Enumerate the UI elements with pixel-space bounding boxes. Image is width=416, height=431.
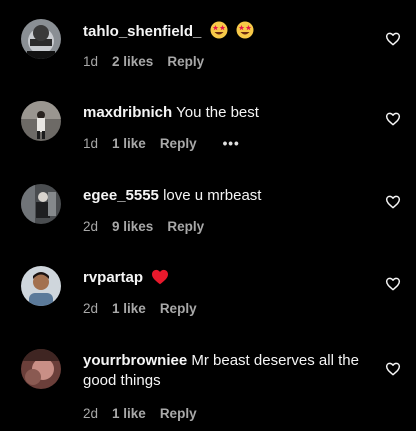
comment-username[interactable]: yourrbrowniee <box>83 352 187 369</box>
comment-likes[interactable]: 2 likes <box>112 53 153 71</box>
reply-button[interactable]: Reply <box>167 53 204 71</box>
comment-time: 1d <box>83 136 99 151</box>
reply-button[interactable]: Reply <box>160 135 197 153</box>
reply-button[interactable]: Reply <box>167 218 204 236</box>
comment-meta: 2d 1 like Reply <box>83 300 197 318</box>
red-heart-emoji <box>152 269 169 285</box>
comment-body: love u mrbeast <box>163 187 262 204</box>
avatar[interactable] <box>21 184 61 224</box>
comment-time: 2d <box>83 219 99 234</box>
comment-time: 2d <box>83 301 99 316</box>
comment-username[interactable]: rvpartap <box>83 269 143 286</box>
comment-likes[interactable]: 1 like <box>112 300 146 318</box>
comment-text: tahlo_shenfield_ <box>83 21 383 42</box>
comment-time: 2d <box>83 406 99 421</box>
more-options-icon[interactable]: ••• <box>223 135 240 153</box>
star-struck-emoji <box>236 21 254 39</box>
comment-username[interactable]: tahlo_shenfield_ <box>83 23 201 40</box>
heart-outline-icon[interactable] <box>385 276 401 292</box>
heart-outline-icon[interactable] <box>385 111 401 127</box>
avatar[interactable] <box>21 19 61 59</box>
comment-likes[interactable]: 1 like <box>112 135 146 153</box>
comment-likes[interactable]: 9 likes <box>112 218 153 236</box>
avatar[interactable] <box>21 266 61 306</box>
reply-button[interactable]: Reply <box>160 405 197 423</box>
comment-meta: 2d 9 likes Reply <box>83 218 204 236</box>
comment-text: maxdribnich You the best <box>83 103 383 123</box>
heart-outline-icon[interactable] <box>385 361 401 377</box>
comment-username[interactable]: egee_5555 <box>83 187 159 204</box>
comment-body: You the best <box>176 104 259 121</box>
comment-likes[interactable]: 1 like <box>112 405 146 423</box>
comment-username[interactable]: maxdribnich <box>83 104 172 121</box>
star-struck-emoji <box>210 21 228 39</box>
comment-meta: 1d 2 likes Reply <box>83 53 204 71</box>
avatar[interactable] <box>21 349 61 389</box>
comment-text: rvpartap <box>83 268 383 288</box>
heart-outline-icon[interactable] <box>385 31 401 47</box>
comment-text: egee_5555 love u mrbeast <box>83 186 383 206</box>
comment-time: 1d <box>83 54 99 69</box>
reply-button[interactable]: Reply <box>160 300 197 318</box>
comment-meta: 2d 1 like Reply <box>83 405 197 423</box>
comment-text: yourrbrowniee Mr beast deserves all the … <box>83 351 383 391</box>
comment-meta: 1d 1 like Reply ••• <box>83 135 240 153</box>
avatar[interactable] <box>21 101 61 141</box>
heart-outline-icon[interactable] <box>385 194 401 210</box>
